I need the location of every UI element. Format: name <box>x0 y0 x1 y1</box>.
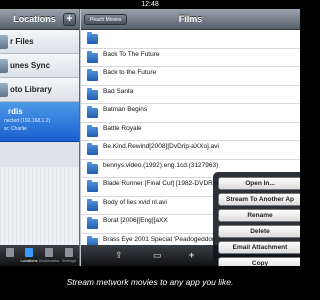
list-item[interactable]: Batman Begins <box>81 104 300 123</box>
location-item-photo-library[interactable]: oto Library <box>0 78 79 102</box>
item-name: bennys.video.(1992).eng.1cd.(3127963) <box>103 161 219 169</box>
server-name: rdis <box>8 107 23 116</box>
ipad-screen: Locations + r Files unes Sync oto Librar… <box>0 9 300 266</box>
locations-empty-area <box>0 167 79 245</box>
item-name: Batman Begins <box>103 106 148 113</box>
server-user: sr: Charlie <box>4 126 27 132</box>
delete-button[interactable]: Delete <box>218 225 300 238</box>
sync-icon <box>0 59 8 73</box>
add-location-button[interactable]: + <box>63 13 76 26</box>
item-name: Body of lies xvid nl.avi <box>103 198 167 206</box>
folder-icon <box>87 106 98 118</box>
copy-button[interactable]: Copy <box>218 257 300 266</box>
computer-icon <box>25 248 33 257</box>
list-item[interactable]: Battle Royale <box>81 122 300 141</box>
status-time: 12:48 <box>141 1 159 8</box>
tab-device[interactable] <box>2 245 18 266</box>
item-name: Brass Eye 2001 Special 'Peadogeddon' <box>103 235 217 243</box>
photo-icon <box>0 83 8 97</box>
locations-nav-bar: Locations + <box>0 9 79 30</box>
location-item-selected-server[interactable]: rdis nected (192.168.1.2) sr: Charlie <box>0 102 79 142</box>
rename-button[interactable]: Rename <box>218 209 300 222</box>
location-label: unes Sync <box>10 61 51 70</box>
list-item[interactable]: Back to the Future <box>81 67 300 86</box>
gear-icon <box>65 248 73 257</box>
email-attachment-button[interactable]: Email Attachment <box>218 241 300 254</box>
tab-label: Settings <box>61 258 77 263</box>
back-button[interactable]: Peach Movies <box>84 14 128 25</box>
folder-icon <box>87 87 98 100</box>
item-name: Back to the Future <box>103 69 157 76</box>
stream-to-another-app-button[interactable]: Stream To Another Ap <box>218 193 300 206</box>
folder-icon <box>0 35 8 49</box>
bookmarks-icon <box>45 248 53 257</box>
server-connection-status: nected (192.168.1.2) <box>4 118 51 124</box>
list-item[interactable]: Back To The Future <box>81 48 300 67</box>
folder-icon <box>87 180 98 192</box>
item-name: Battle Royale <box>103 124 142 132</box>
folder-icon <box>87 217 98 229</box>
location-item-files[interactable]: r Files <box>0 30 79 54</box>
folder-icon <box>87 50 98 63</box>
tab-bar: Locations Bookmarks Settings <box>0 245 79 266</box>
list-item[interactable]: Be.Kind.Rewind[2008][DvDrip-aXXo].avi <box>81 141 300 160</box>
folder-icon <box>87 32 98 44</box>
list-item[interactable] <box>81 30 300 49</box>
location-item-itunes-sync[interactable]: unes Sync <box>0 54 79 78</box>
folder-icon <box>87 161 98 174</box>
list-item[interactable]: Bad Santa <box>81 85 300 104</box>
device-icon <box>6 248 14 257</box>
folder-icon <box>87 69 98 81</box>
status-bar: 12:48 <box>0 0 300 9</box>
item-name: Blade Runner [Final Cut] [1982-DVDRip- <box>103 180 221 187</box>
location-label: oto Library <box>10 85 52 94</box>
films-nav-bar: Films Peach Movies <box>81 9 300 30</box>
tab-locations[interactable]: Locations <box>20 245 38 266</box>
book-icon[interactable]: ▭ <box>153 249 162 261</box>
folder-icon <box>87 143 98 155</box>
item-name: Bad Santa <box>103 87 134 95</box>
open-in-button[interactable]: Open In... <box>218 177 300 190</box>
item-name: Back To The Future <box>103 50 160 58</box>
tab-label: Bookmarks <box>39 258 60 263</box>
item-name: Borat [2006][Eng][aXX <box>103 217 168 224</box>
locations-title: Locations <box>13 14 56 24</box>
folder-icon <box>87 198 98 211</box>
share-icon[interactable]: ⇪ <box>115 249 123 261</box>
tab-label: Locations <box>20 258 38 263</box>
location-label: r Files <box>10 37 34 46</box>
item-name: Be.Kind.Rewind[2008][DvDrip-aXXo].avi <box>103 143 219 150</box>
add-icon[interactable]: + <box>189 249 194 261</box>
action-menu: Open In... Stream To Another Ap Rename D… <box>213 172 300 266</box>
folder-icon <box>87 124 98 137</box>
caption-text: Stream metwork movies to any app you lik… <box>66 277 234 287</box>
caption-bar: Stream metwork movies to any app you lik… <box>0 266 300 300</box>
tab-settings[interactable]: Settings <box>61 245 77 266</box>
tab-bookmarks[interactable]: Bookmarks <box>39 245 60 266</box>
locations-panel: Locations + r Files unes Sync oto Librar… <box>0 9 80 266</box>
